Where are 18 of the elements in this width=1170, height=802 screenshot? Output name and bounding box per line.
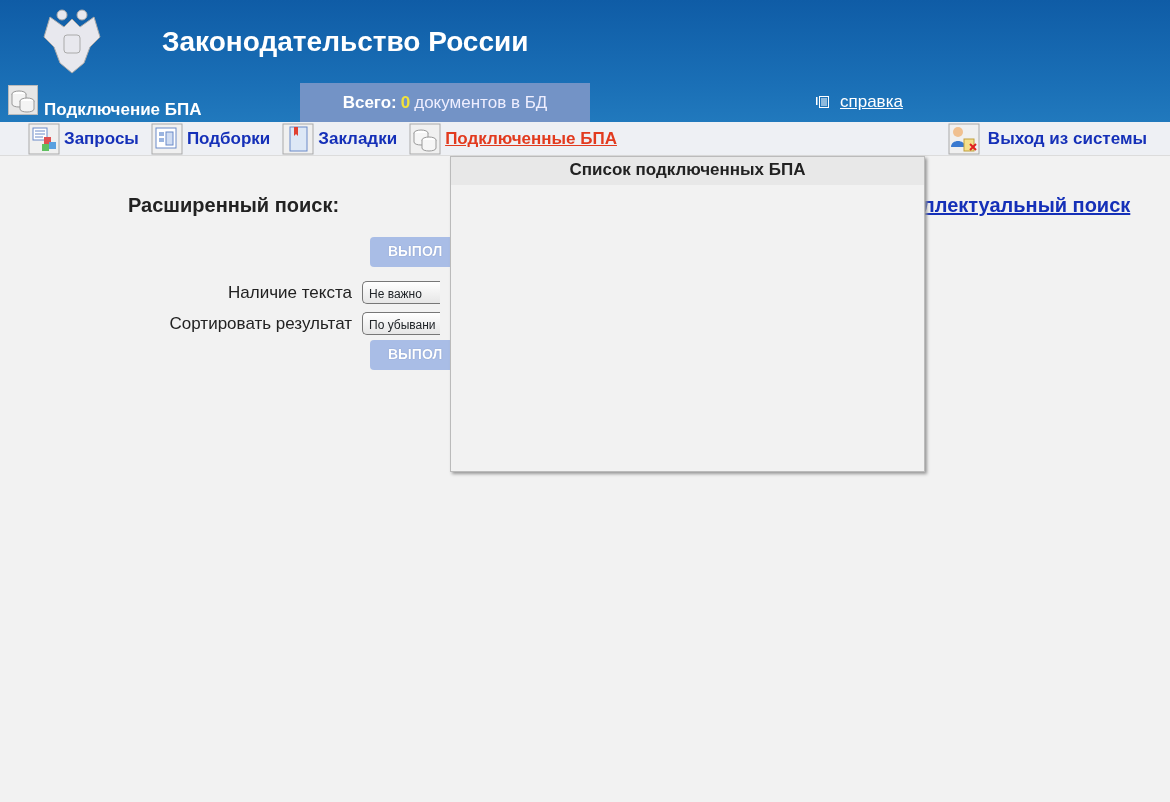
nav-link[interactable]: Закладки — [318, 125, 398, 152]
nav-link[interactable]: Запросы — [64, 125, 139, 152]
dropdown[interactable]: По убывани — [362, 312, 440, 335]
database-icon — [8, 85, 38, 115]
search-title: Расширенный поиск: — [128, 193, 341, 218]
logout-link[interactable]: Выход из системы — [987, 125, 1147, 152]
field-label: Сортировать результат — [168, 312, 353, 335]
nav-link[interactable]: Подключенные БПА — [445, 125, 617, 152]
popup-title: Список подключенных БПА — [451, 157, 924, 185]
dropdown[interactable]: Не важно — [362, 281, 440, 304]
site-title: Законодательство России — [162, 24, 529, 59]
nav-link[interactable]: Подборки — [186, 125, 271, 152]
field-label: Наличие текста — [227, 281, 353, 304]
search-link[interactable]: ллектуальный поиск — [922, 190, 1131, 370]
section-title: Подключение БПА — [44, 99, 202, 121]
document-total: Всего: 0 документов в БД — [300, 83, 590, 122]
help-link[interactable]: справка — [840, 89, 903, 115]
document-icon — [816, 96, 829, 108]
